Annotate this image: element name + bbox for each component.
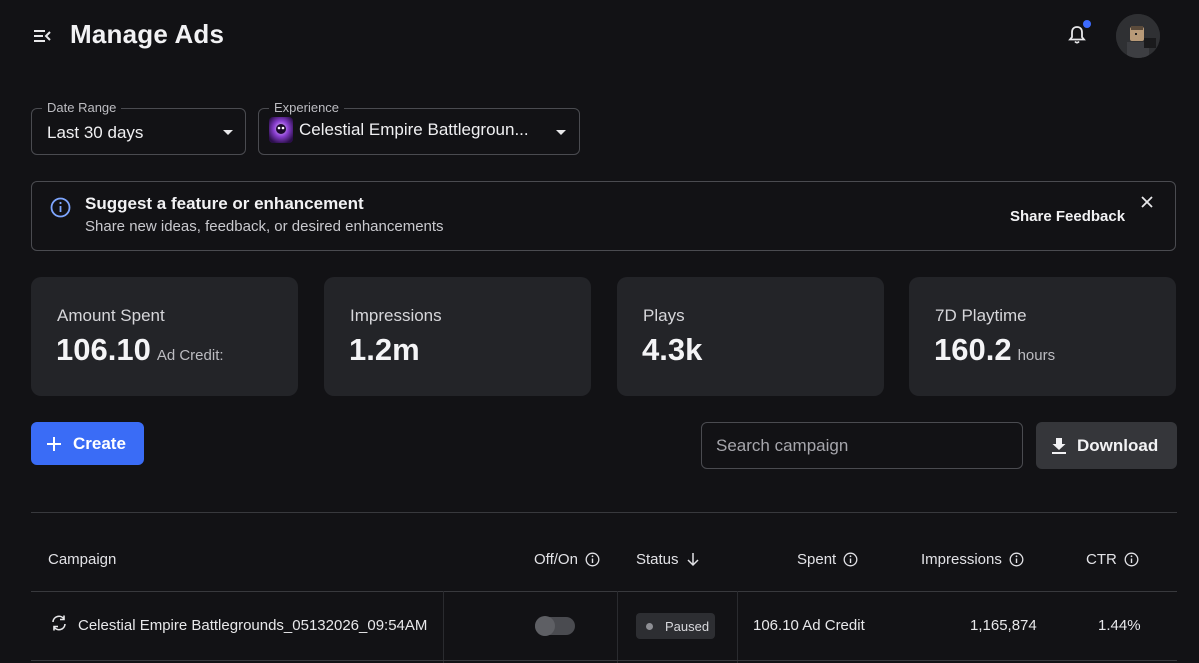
experience-value: Celestial Empire Battlegroun...	[299, 120, 529, 139]
menu-collapse-icon	[34, 30, 51, 42]
stat-card-plays: Plays 4.3k	[617, 277, 884, 396]
toggle-knob	[535, 616, 555, 636]
close-icon	[1141, 196, 1153, 208]
create-button[interactable]: Create	[31, 422, 144, 465]
campaign-on-off-toggle[interactable]	[535, 616, 575, 636]
column-header-label: Status	[636, 551, 679, 568]
download-button-label: Download	[1077, 435, 1159, 455]
impressions-cell: 1,165,874	[970, 617, 1037, 634]
menu-toggle-button[interactable]	[30, 24, 54, 48]
arrow-down-icon	[687, 553, 699, 567]
column-header-label: Spent	[797, 551, 837, 568]
column-header-off-on[interactable]: Off/On	[534, 551, 600, 568]
column-header-campaign[interactable]: Campaign	[48, 551, 116, 568]
status-dot	[646, 622, 653, 630]
stat-value: 160.2	[934, 332, 1012, 367]
banner-subtitle: Share new ideas, feedback, or desired en…	[85, 218, 444, 235]
experience-label: Experience	[269, 100, 345, 115]
status-text: Paused	[665, 618, 710, 634]
stat-value-wrap: 1.2m	[349, 332, 426, 368]
date-range-label: Date Range	[42, 100, 122, 115]
table-top-divider	[31, 512, 1177, 513]
bell-icon	[1068, 26, 1086, 44]
caret-down-icon	[556, 130, 566, 135]
stat-label: Amount Spent	[57, 306, 165, 325]
spent-cell: 106.10 Ad Credit	[753, 617, 865, 634]
column-header-status[interactable]: Status	[636, 551, 700, 568]
stat-card-playtime: 7D Playtime 160.2 hours	[909, 277, 1176, 396]
stat-unit: Ad Credit:	[156, 347, 224, 364]
info-icon[interactable]	[1124, 552, 1139, 567]
notification-dot	[1083, 20, 1091, 28]
info-icon[interactable]	[585, 552, 600, 567]
sync-icon	[52, 615, 66, 631]
share-feedback-button[interactable]: Share Feedback	[1010, 208, 1125, 225]
download-button[interactable]: Download	[1036, 422, 1177, 469]
column-divider	[737, 591, 738, 663]
table-header-divider	[31, 591, 1177, 592]
search-campaign-input[interactable]	[701, 422, 1023, 469]
info-icon	[50, 197, 71, 218]
column-header-spent[interactable]: Spent	[797, 551, 858, 568]
feedback-banner	[31, 181, 1176, 251]
page-title: Manage Ads	[70, 19, 225, 49]
column-header-label: CTR	[1086, 551, 1117, 568]
table-row-divider	[31, 660, 1177, 661]
stat-label: 7D Playtime	[935, 306, 1027, 325]
banner-title: Suggest a feature or enhancement	[85, 194, 364, 213]
stat-card-impressions: Impressions 1.2m	[324, 277, 591, 396]
stat-label: Plays	[643, 306, 685, 325]
info-icon[interactable]	[843, 552, 858, 567]
experience-select[interactable]: Experience Celestial Empire Battlegroun.…	[258, 100, 580, 155]
column-header-label: Campaign	[48, 551, 117, 568]
campaign-name-link[interactable]: Celestial Empire Battlegrounds_05132026_…	[78, 617, 427, 634]
stat-label: Impressions	[350, 306, 442, 325]
stat-value-wrap: 4.3k	[642, 332, 708, 368]
download-icon	[1052, 437, 1066, 454]
column-header-impressions[interactable]: Impressions	[921, 551, 1024, 568]
column-divider	[443, 591, 444, 663]
stat-card-amount-spent: Amount Spent 106.10 Ad Credit:	[31, 277, 298, 396]
column-header-label: Off/On	[534, 551, 578, 568]
create-button-label: Create	[73, 433, 126, 453]
experience-thumbnail-icon	[269, 117, 293, 143]
column-divider	[617, 591, 618, 663]
close-banner-button[interactable]	[1138, 193, 1156, 211]
stat-unit: hours	[1017, 347, 1056, 364]
avatar[interactable]	[1116, 14, 1160, 58]
caret-down-icon	[223, 130, 233, 135]
column-header-ctr[interactable]: CTR	[1086, 551, 1139, 568]
info-icon[interactable]	[1009, 552, 1024, 567]
column-header-label: Impressions	[921, 551, 1002, 568]
stat-value: 106.10	[56, 332, 151, 367]
date-range-select[interactable]: Date Range Last 30 days	[31, 100, 246, 155]
stat-value: 4.3k	[642, 332, 703, 367]
avatar-image	[1116, 14, 1160, 58]
status-badge: Paused	[636, 613, 715, 639]
stat-value-wrap: 106.10 Ad Credit:	[56, 332, 224, 368]
date-range-value: Last 30 days	[47, 123, 144, 142]
ctr-cell: 1.44%	[1098, 617, 1141, 634]
stat-value: 1.2m	[349, 332, 420, 367]
stat-value-wrap: 160.2 hours	[934, 332, 1055, 368]
plus-icon	[47, 436, 61, 451]
